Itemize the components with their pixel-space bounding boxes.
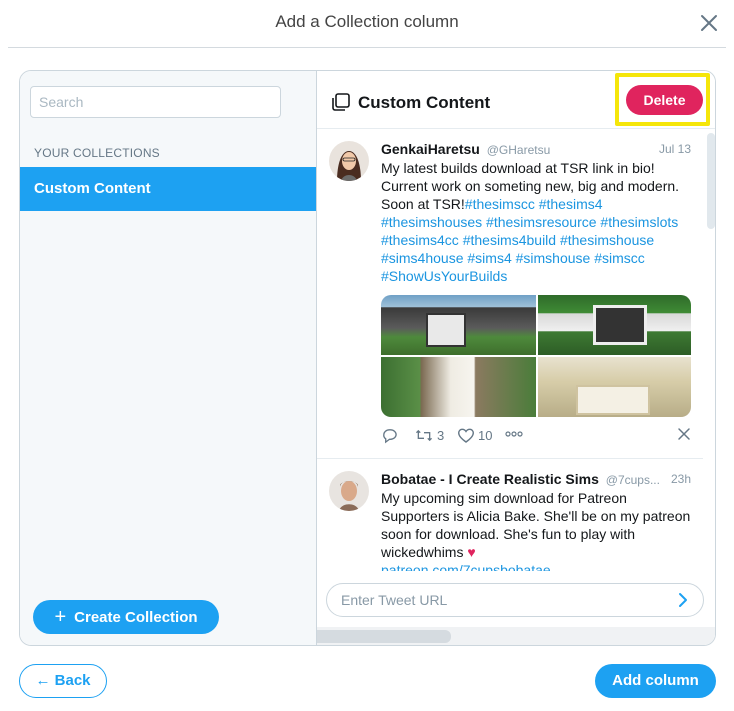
tweet-url-field — [326, 583, 704, 617]
remove-tweet-icon[interactable] — [677, 427, 691, 441]
tweet-text: My upcoming sim download for Patreon Sup… — [381, 489, 691, 571]
delete-button[interactable]: Delete — [626, 85, 703, 115]
header-divider — [8, 47, 726, 48]
create-collection-label: Create Collection — [74, 608, 198, 626]
heart-emoji: ♥ — [467, 544, 476, 560]
more-options-icon[interactable] — [505, 430, 523, 438]
vertical-scrollbar[interactable] — [707, 133, 715, 229]
tweet-actions: 3 10 — [381, 427, 691, 447]
collection-icon — [331, 92, 351, 112]
retweet-icon — [414, 427, 434, 444]
like-button[interactable]: 10 — [457, 427, 492, 444]
content-header: Custom Content Delete — [317, 71, 715, 129]
media-image[interactable] — [381, 295, 536, 355]
retweet-button[interactable]: 3 — [414, 427, 444, 444]
tweet-body: My upcoming sim download for Patreon Sup… — [381, 490, 691, 560]
tweet-text: My latest builds download at TSR link in… — [381, 159, 691, 285]
tweet-feed[interactable]: GenkaiHaretsu @GHaretsu Jul 13 My latest… — [317, 129, 715, 571]
chevron-right-icon[interactable] — [675, 592, 691, 608]
avatar[interactable] — [329, 471, 369, 511]
search-input[interactable] — [30, 86, 281, 118]
tweet-item[interactable]: GenkaiHaretsu @GHaretsu Jul 13 My latest… — [317, 129, 703, 459]
tweet-author-name[interactable]: GenkaiHaretsu — [381, 141, 480, 157]
tweet-url-input[interactable] — [341, 584, 661, 616]
tweet-media-grid — [381, 295, 691, 417]
collection-content: Custom Content Delete GenkaiHaretsu @GHa… — [317, 71, 715, 645]
plus-icon: + — [54, 606, 67, 628]
tweet-timestamp[interactable]: 23h — [671, 472, 691, 486]
collections-sidebar: YOUR COLLECTIONS Custom Content + Create… — [20, 71, 317, 645]
tweet-author-handle[interactable]: @GHaretsu — [487, 143, 551, 157]
reply-button[interactable] — [381, 427, 398, 444]
create-collection-button[interactable]: + Create Collection — [33, 600, 219, 634]
tweet-author-name[interactable]: Bobatae - I Create Realistic Sims — [381, 471, 599, 487]
media-image[interactable] — [538, 295, 691, 355]
collection-title: Custom Content — [358, 93, 491, 112]
collection-panel: YOUR COLLECTIONS Custom Content + Create… — [19, 70, 716, 646]
media-image[interactable] — [538, 357, 691, 417]
reply-icon — [381, 427, 398, 444]
close-icon[interactable] — [698, 12, 720, 34]
add-column-button[interactable]: Add column — [595, 664, 716, 698]
back-button[interactable]: ← Back — [19, 664, 107, 698]
heart-icon — [457, 427, 475, 444]
tweet-header: GenkaiHaretsu @GHaretsu Jul 13 — [381, 141, 691, 157]
collection-item-custom-content[interactable]: Custom Content — [20, 167, 316, 211]
your-collections-label: YOUR COLLECTIONS — [34, 146, 160, 160]
tweet-author-handle[interactable]: @7cups... — [606, 473, 660, 487]
tweet-item[interactable]: Bobatae - I Create Realistic Sims @7cups… — [317, 459, 703, 571]
tweet-timestamp[interactable]: Jul 13 — [659, 142, 691, 156]
tweet-link[interactable]: patreon.com/7cupsbobatae — [381, 562, 551, 571]
horizontal-scrollbar[interactable] — [317, 627, 715, 645]
modal-header: Add a Collection column — [0, 0, 734, 48]
modal-title: Add a Collection column — [275, 12, 459, 31]
retweet-count: 3 — [437, 428, 445, 443]
media-image[interactable] — [381, 357, 536, 417]
scrollbar-thumb[interactable] — [317, 630, 451, 643]
tweet-header: Bobatae - I Create Realistic Sims @7cups… — [381, 471, 691, 487]
like-count: 10 — [478, 428, 493, 443]
avatar[interactable] — [329, 141, 369, 181]
